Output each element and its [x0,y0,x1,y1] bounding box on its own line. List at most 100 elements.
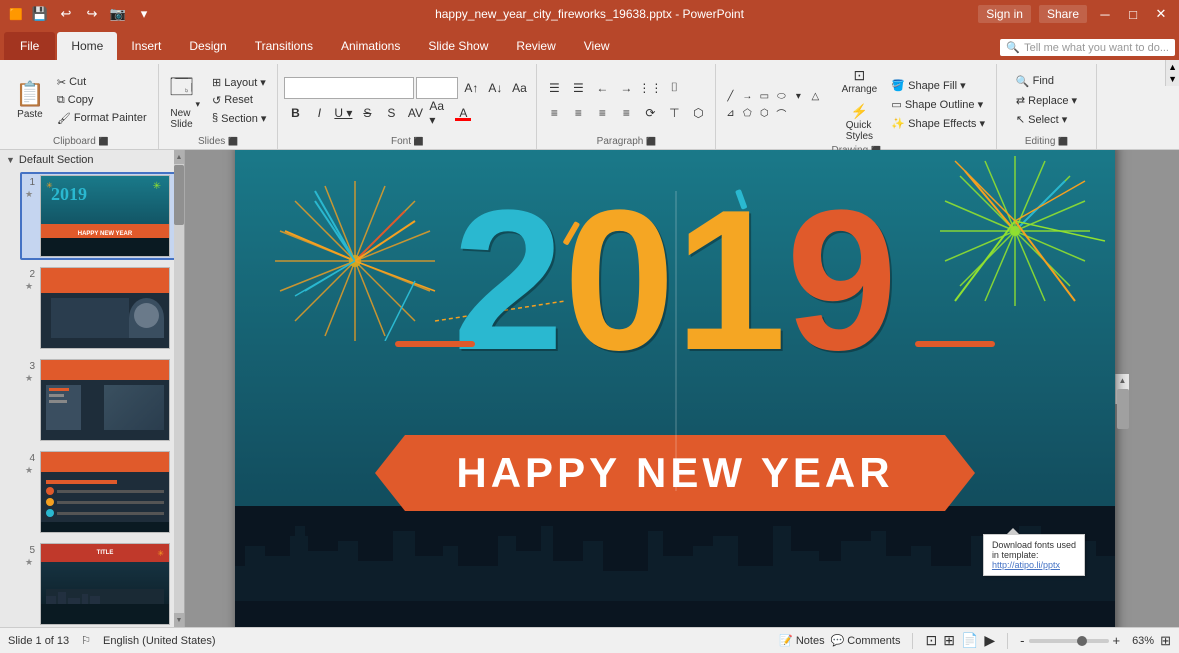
smartart-btn[interactable]: ⌷ [663,77,685,99]
bold-btn[interactable]: B [284,102,306,124]
find-btn[interactable]: 🔍 Find [1011,73,1082,90]
numbering-btn[interactable]: ☰ [567,77,589,99]
copy-btn[interactable]: ⧉ Copy [52,92,152,109]
tab-design[interactable]: Design [175,32,240,60]
justify-btn[interactable]: ≡ [615,102,637,124]
comments-btn[interactable]: 💬 Comments [831,634,901,647]
cut-btn[interactable]: ✂ Cut [52,74,152,91]
slide-thumb-2[interactable]: 2 ★ [20,264,176,352]
shape-hex-icon[interactable]: ⬡ [756,105,772,121]
ribbon-scroll-up[interactable]: ▲ [1168,62,1177,72]
shape-rect-icon[interactable]: ▭ [756,88,772,104]
reading-view-btn[interactable]: 📄 [961,632,978,649]
accessibility-icon[interactable]: ⚐ [81,634,91,647]
language[interactable]: English (United States) [103,635,216,647]
tab-file[interactable]: File [4,32,55,60]
notes-btn[interactable]: 📝 Notes [779,634,824,647]
tab-view[interactable]: View [570,32,624,60]
zoom-slider-thumb[interactable] [1077,636,1087,646]
restore-btn[interactable]: □ [1123,4,1143,24]
italic-btn[interactable]: I [308,102,330,124]
select-btn[interactable]: ↖ Select ▾ [1011,111,1082,128]
reset-btn[interactable]: ↺ Reset [207,92,271,109]
align-left-btn[interactable]: ≡ [543,102,565,124]
new-slide-btn[interactable]: 🗔 NewSlide ▾ [165,67,205,133]
change-case-btn[interactable]: Aa ▾ [428,102,450,124]
section-btn[interactable]: § Section ▾ [207,110,271,127]
shape-more-icon[interactable]: ▾ [790,88,806,104]
slide-canvas[interactable]: 2 0 1 9 [235,150,1115,627]
panel-scrollbar[interactable]: ▲ ▼ [174,150,184,627]
shape-curve-icon[interactable]: ⌒ [773,105,789,121]
zoom-out-btn[interactable]: - [1020,633,1024,648]
slide-thumb-5[interactable]: 5 ★ TITLE ✳ [20,540,176,627]
outdent-btn[interactable]: ← [591,77,613,99]
section-header[interactable]: ▼ Default Section [0,150,184,170]
format-painter-btn[interactable]: 🖌 Format Painter [52,110,152,127]
slide-thumb-1[interactable]: 1 ★ 2019 HAPPY NEW YEAR ✳ ✳ [20,172,176,260]
shape-pent-icon[interactable]: ⬠ [739,105,755,121]
layout-btn[interactable]: ⊞ Layout ▾ [207,74,271,91]
tab-home[interactable]: Home [57,32,117,60]
slide-thumb-3[interactable]: 3 ★ [20,356,176,444]
shape-arrow-icon[interactable]: → [739,88,755,104]
search-bar[interactable]: 🔍 Tell me what you want to do... [1000,39,1175,56]
tab-insert[interactable]: Insert [117,32,175,60]
zoom-in-btn[interactable]: + [1113,633,1121,648]
font-size-input[interactable] [416,77,458,99]
zoom-slider-track[interactable] [1029,639,1109,643]
ribbon-scroll-down[interactable]: ▼ [1168,74,1177,84]
slide-thumb-4[interactable]: 4 ★ [20,448,176,536]
clear-format-btn[interactable]: Aa [508,77,530,99]
redo-btn[interactable]: ↪ [82,4,102,24]
strikethrough-btn[interactable]: S [356,102,378,124]
font-shrink-btn[interactable]: A↓ [484,77,506,99]
customize-btn[interactable]: ▾ [134,4,154,24]
shape-effects-btn[interactable]: ✨ Shape Effects ▾ [886,115,990,132]
quick-save-btn[interactable]: 💾 [30,4,50,24]
replace-btn[interactable]: ⇄ Replace ▾ [1011,92,1082,109]
panel-scroll-up[interactable]: ▲ [174,150,184,164]
font-name-input[interactable] [284,77,414,99]
scroll-top-btn[interactable]: ▲ [1116,374,1130,388]
underline-btn[interactable]: U ▾ [332,102,354,124]
quick-styles-btn[interactable]: ⚡ QuickStyles [834,100,884,145]
font-color-btn[interactable]: A [452,102,474,124]
convert-smartart-btn[interactable]: ⬡ [687,102,709,124]
sign-in-btn[interactable]: Sign in [978,5,1031,23]
align-right-btn[interactable]: ≡ [591,102,613,124]
share-btn[interactable]: Share [1039,5,1087,23]
align-center-btn[interactable]: ≡ [567,102,589,124]
arrange-btn[interactable]: ⊡ Arrange [834,64,884,98]
text-direction-btn[interactable]: ⟳ [639,102,661,124]
normal-view-btn[interactable]: ⊡ [925,632,937,649]
bullets-btn[interactable]: ☰ [543,77,565,99]
panel-scroll-thumb[interactable] [174,165,184,225]
shape-tri-icon[interactable]: △ [807,88,823,104]
tab-slideshow[interactable]: Slide Show [414,32,502,60]
slideshow-btn[interactable]: ▶ [984,632,995,649]
shape-oval-icon[interactable]: ⬭ [773,88,789,104]
panel-scroll-down[interactable]: ▼ [174,613,184,627]
scroll-thumb[interactable] [1117,389,1129,429]
screenshot-btn[interactable]: 📷 [108,4,128,24]
zoom-percent[interactable]: 63% [1124,635,1154,647]
close-btn[interactable]: ✕ [1151,4,1171,24]
font-grow-btn[interactable]: A↑ [460,77,482,99]
tab-animations[interactable]: Animations [327,32,414,60]
undo-btn[interactable]: ↩ [56,4,76,24]
tab-transitions[interactable]: Transitions [241,32,327,60]
shadow-btn[interactable]: S [380,102,402,124]
align-text-btn[interactable]: ⊤ [663,102,685,124]
columns-btn[interactable]: ⋮⋮ [639,77,661,99]
minimize-btn[interactable]: ─ [1095,4,1115,24]
paste-btn[interactable]: 📋 Paste [10,77,50,123]
shape-line-icon[interactable]: ╱ [722,88,738,104]
tooltip-link[interactable]: http://atipo.li/pptx [992,560,1060,570]
char-spacing-btn[interactable]: AV [404,102,426,124]
fit-slide-btn[interactable]: ⊞ [1160,633,1171,649]
tab-review[interactable]: Review [502,32,569,60]
shape-outline-btn[interactable]: ▭ Shape Outline ▾ [886,96,990,113]
indent-btn[interactable]: → [615,77,637,99]
shape-rtri-icon[interactable]: ⊿ [722,105,738,121]
